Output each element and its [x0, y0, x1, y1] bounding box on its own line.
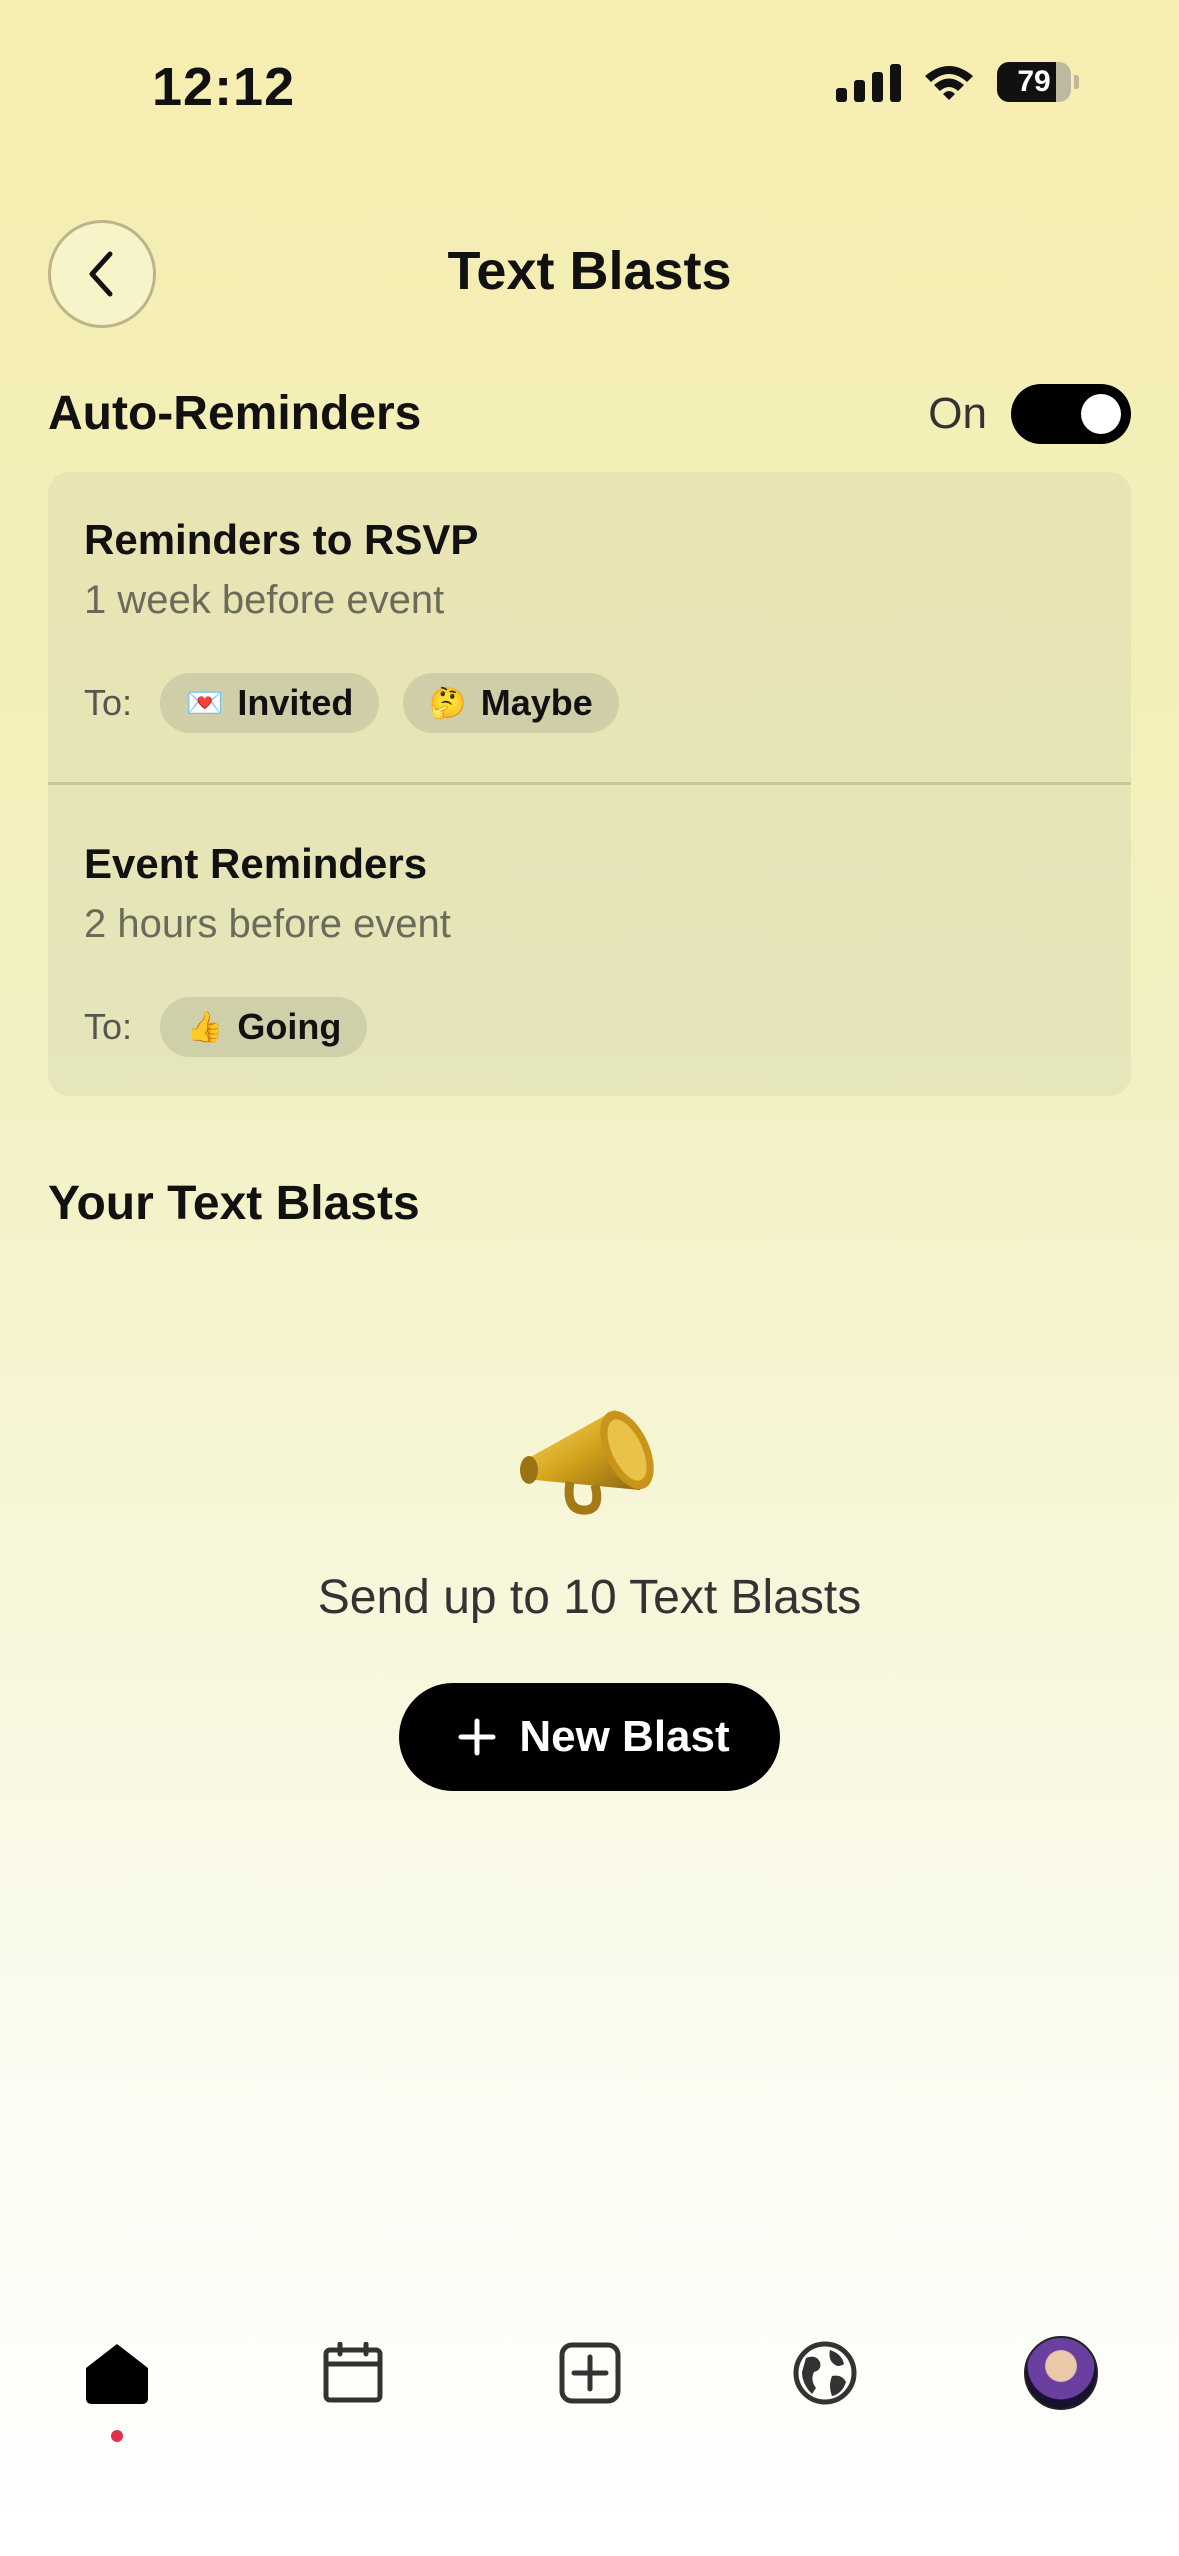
status-icons: 79: [836, 62, 1079, 102]
auto-reminders-toggle[interactable]: [1011, 384, 1131, 444]
recipients-row: To: 💌 Invited 🤔 Maybe: [84, 673, 1131, 733]
new-blast-label: New Blast: [519, 1712, 730, 1761]
new-blast-button[interactable]: New Blast: [399, 1683, 780, 1791]
your-text-blasts-heading: Your Text Blasts: [48, 1177, 420, 1230]
empty-state: Send up to 10 Text Blasts New Blast: [0, 1390, 1179, 1791]
to-label: To:: [84, 1006, 133, 1047]
reminder-subtitle: 1 week before event: [84, 578, 445, 622]
auto-reminders-heading: Auto-Reminders: [48, 387, 422, 440]
thinking-face-icon: 🤔: [429, 686, 467, 720]
tab-profile[interactable]: [1016, 2328, 1106, 2418]
battery-level: 79: [997, 62, 1071, 102]
active-indicator: [111, 2430, 123, 2442]
cellular-signal-icon: [836, 62, 901, 102]
chip-label: Going: [237, 1006, 342, 1047]
plus-icon: [458, 1718, 496, 1756]
avatar: [1024, 2336, 1098, 2410]
chip-going: 👍 Going: [160, 997, 368, 1057]
empty-message: Send up to 10 Text Blasts: [317, 1571, 862, 1624]
love-letter-icon: 💌: [186, 686, 224, 720]
chip-label: Invited: [237, 682, 354, 723]
add-square-icon: [559, 2342, 621, 2404]
reminder-rsvp[interactable]: Reminders to RSVP 1 week before event To…: [48, 516, 1131, 733]
to-label: To:: [84, 682, 133, 723]
chip-label: Maybe: [480, 682, 593, 723]
chip-invited: 💌 Invited: [160, 673, 380, 733]
reminder-title: Event Reminders: [84, 840, 428, 887]
toggle-state-label: On: [928, 389, 987, 438]
tab-bar: [0, 2328, 1179, 2442]
tab-explore[interactable]: [780, 2328, 870, 2418]
tab-home[interactable]: [72, 2328, 162, 2442]
page-title: Text Blasts: [447, 241, 732, 301]
battery-icon: 79: [997, 62, 1079, 102]
divider: [48, 782, 1131, 785]
home-icon: [86, 2344, 148, 2404]
recipients-row: To: 👍 Going: [84, 997, 1131, 1057]
auto-reminders-toggle-row: On: [928, 384, 1131, 444]
reminders-card: Reminders to RSVP 1 week before event To…: [48, 472, 1131, 1096]
reminder-subtitle: 2 hours before event: [84, 902, 451, 946]
tab-calendar[interactable]: [308, 2328, 398, 2418]
calendar-icon: [323, 2342, 383, 2403]
megaphone-icon: [519, 1410, 654, 1515]
toggle-knob: [1081, 394, 1121, 434]
status-time: 12:12: [152, 57, 296, 117]
reminder-event[interactable]: Event Reminders 2 hours before event To:…: [48, 840, 1131, 1057]
tab-create[interactable]: [545, 2328, 635, 2418]
wifi-icon: [925, 66, 973, 100]
thumbs-up-icon: 👍: [186, 1010, 224, 1044]
reminder-title: Reminders to RSVP: [84, 516, 479, 563]
globe-icon: [793, 2341, 857, 2405]
chip-maybe: 🤔 Maybe: [403, 673, 619, 733]
